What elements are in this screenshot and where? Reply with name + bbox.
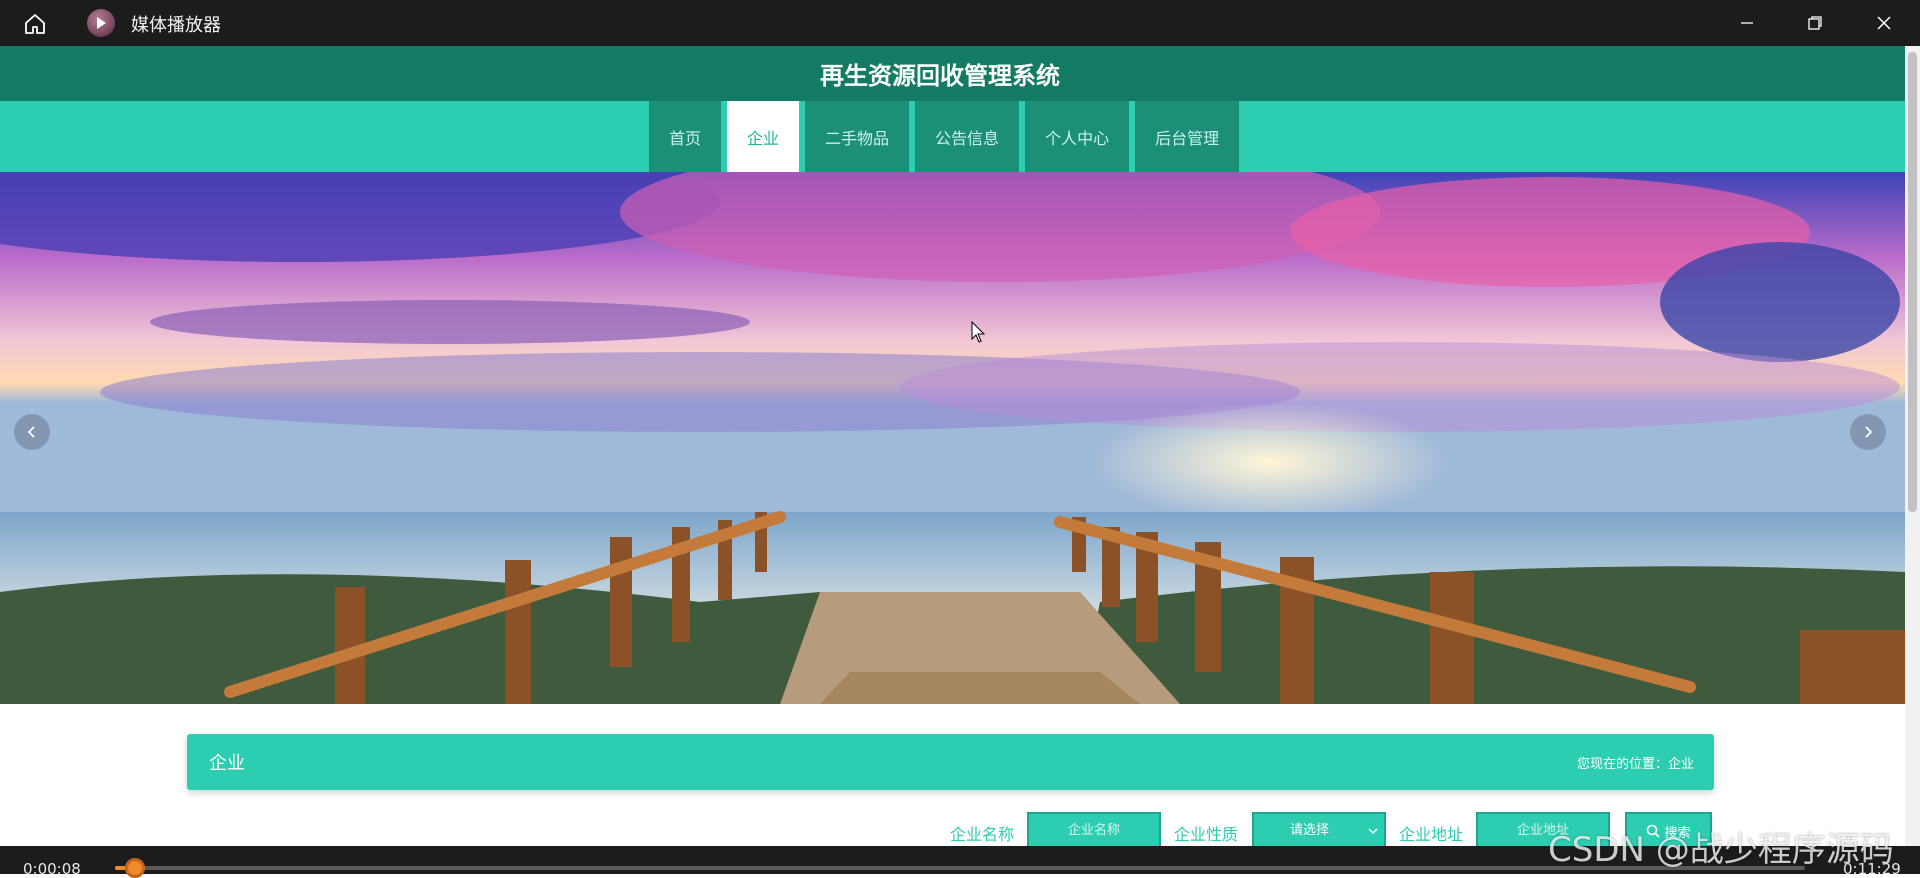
enterprise-address-label: 企业地址 [1399,825,1464,844]
banner-carousel [0,172,1905,704]
nav-item-5[interactable]: 后台管理 [1135,101,1240,172]
nav-item-1[interactable]: 企业 [727,101,800,172]
minimize-button[interactable] [1727,8,1767,38]
breadcrumb-current[interactable]: 企业 [1668,753,1694,772]
section-title-bar: 企业 您现在的位置： 企业 [187,734,1714,790]
page-scrollbar[interactable] [1905,46,1920,846]
media-player-app-icon [87,9,115,37]
nav-item-3[interactable]: 公告信息 [915,101,1020,172]
breadcrumb: 您现在的位置： 企业 [1577,753,1694,772]
app-title: 媒体播放器 [131,15,221,36]
nav-items: 首页 企业 二手物品 公告信息 个人中心 后台管理 [649,101,1245,172]
enterprise-nature-selected: 请选择 [1290,823,1330,838]
carousel-prev-button[interactable] [14,414,50,450]
mouse-cursor-icon [971,321,986,343]
chevron-left-icon [27,426,35,438]
carousel-next-button[interactable] [1850,414,1886,450]
restore-button[interactable] [1795,8,1835,38]
banner-image [0,172,1905,704]
seek-handle[interactable] [125,858,145,878]
section-title: 企业 [209,753,245,774]
chevron-down-icon [1368,828,1378,835]
nav-item-2[interactable]: 二手物品 [805,101,910,172]
home-icon[interactable] [20,10,50,38]
site-header: 再生资源回收管理系统 [0,46,1905,101]
enterprise-name-label: 企业名称 [950,825,1015,844]
scrollbar-thumb[interactable] [1908,52,1917,512]
nav-item-4[interactable]: 个人中心 [1025,101,1130,172]
chevron-right-icon [1865,426,1873,438]
nav-item-0[interactable]: 首页 [649,101,722,172]
close-button[interactable] [1864,8,1904,38]
current-time: 0:00:08 [23,860,81,878]
enterprise-nature-select[interactable]: 请选择 [1252,812,1386,846]
video-frame-webpage: 再生资源回收管理系统 首页 企业 二手物品 公告信息 个人中心 后台管理 企业 … [0,46,1905,846]
site-title: 再生资源回收管理系统 [820,62,1060,90]
enterprise-name-input[interactable]: 企业名称 [1027,812,1161,846]
breadcrumb-prefix: 您现在的位置： [1576,757,1668,772]
csdn-watermark: CSDN @战少程序源码 [1548,830,1894,870]
enterprise-nature-label: 企业性质 [1174,825,1239,844]
player-titlebar: 媒体播放器 [0,0,1920,46]
main-nav: 首页 企业 二手物品 公告信息 个人中心 后台管理 [0,101,1905,172]
